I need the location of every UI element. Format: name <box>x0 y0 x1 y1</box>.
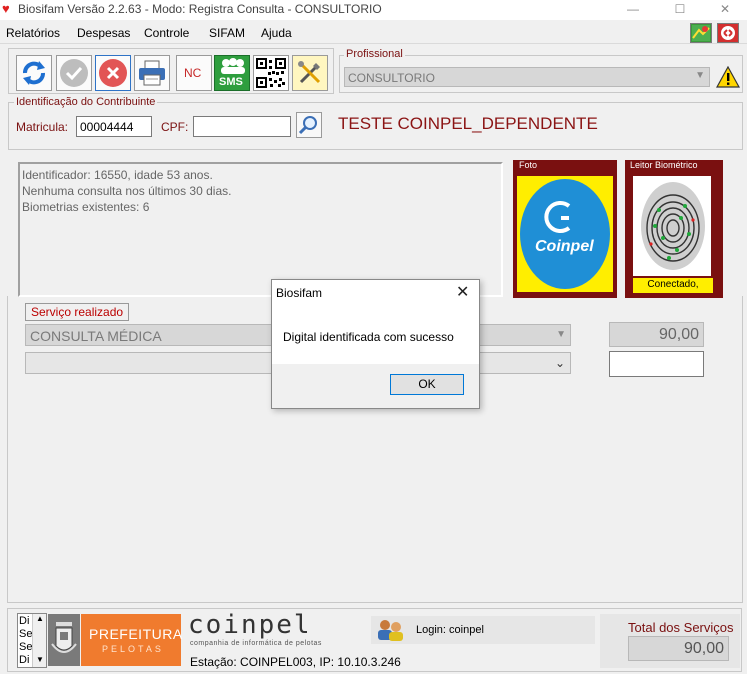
listbox-scrollbar[interactable]: ▲ ▼ <box>32 614 46 667</box>
cpf-label: CPF: <box>161 120 189 134</box>
group-people-icon <box>221 58 245 74</box>
refresh-icon <box>23 61 45 85</box>
total-label: Total dos Serviços <box>628 620 734 635</box>
minimize-button[interactable]: — <box>610 0 656 20</box>
chevron-down-icon: ▼ <box>695 70 705 81</box>
confirm-button[interactable] <box>56 55 92 91</box>
info-line: Identificador: 16550, idade 53 anos. <box>22 168 213 182</box>
qrcode-icon <box>256 58 286 88</box>
menu-despesas[interactable]: Despesas <box>77 26 130 40</box>
menu-bar: Relatórios Despesas Controle SIFAM Ajuda <box>0 22 747 44</box>
sms-label: SMS <box>219 76 243 88</box>
estacao-info: Estação: COINPEL003, IP: 10.10.3.246 <box>190 655 401 669</box>
info-line: Nenhuma consulta nos últimos 30 dias. <box>22 184 232 198</box>
warning-icon[interactable] <box>716 66 740 88</box>
identificacao-legend: Identificação do Contribuinte <box>14 96 158 108</box>
scroll-up-icon[interactable]: ▲ <box>36 614 44 623</box>
nc-button[interactable]: NC <box>176 55 212 91</box>
maximize-button[interactable]: ☐ <box>657 0 703 20</box>
info-line: Biometrias existentes: 6 <box>22 200 150 214</box>
foto-panel: Foto Coinpel <box>513 160 617 298</box>
status-listbox[interactable]: Di Se Se Di ▲ ▼ <box>17 613 47 668</box>
foto-frame: Coinpel <box>517 176 613 292</box>
total-panel: Total dos Serviços 90,00 <box>600 614 740 668</box>
prefeitura-logo: PREFEITURA PELOTAS <box>81 614 183 666</box>
search-button[interactable] <box>296 112 322 138</box>
refresh-button[interactable] <box>16 55 52 91</box>
matricula-label: Matricula: <box>16 120 69 134</box>
users-icon <box>378 620 403 641</box>
search-icon <box>298 116 317 135</box>
message-dialog: Biosifam ✕ Digital identificada com suce… <box>271 279 480 409</box>
list-item[interactable]: Se <box>19 641 32 654</box>
app-heart-icon: ♥ <box>2 1 10 16</box>
dialog-message: Digital identificada com sucesso <box>283 330 454 344</box>
cpf-input[interactable] <box>193 116 291 137</box>
sms-button[interactable]: SMS <box>214 55 250 91</box>
scroll-down-icon[interactable]: ▼ <box>36 655 44 664</box>
dialog-footer: OK <box>272 364 479 408</box>
printer-icon <box>139 60 165 86</box>
map-icon[interactable] <box>690 23 712 43</box>
exit-icon[interactable] <box>717 23 739 43</box>
matricula-value: 00004444 <box>80 120 134 134</box>
info-textarea[interactable]: Identificador: 16550, idade 53 anos. Nen… <box>18 162 503 297</box>
cancel-x-icon <box>99 59 127 87</box>
prefeitura-line1: PREFEITURA <box>89 626 183 642</box>
list-item[interactable]: Di <box>19 654 32 667</box>
brasao-icon <box>48 614 80 666</box>
menu-controle[interactable]: Controle <box>144 26 189 40</box>
profissional-select[interactable]: CONSULTORIO ▼ <box>344 67 710 87</box>
list-item[interactable]: Se <box>19 628 32 641</box>
window-title: Biosifam Versão 2.2.63 - Modo: Registra … <box>18 2 382 16</box>
leitor-panel: Leitor Biométrico Conectado, <box>625 160 723 298</box>
menu-sifam[interactable]: SIFAM <box>209 26 245 40</box>
tools-icon <box>298 61 321 84</box>
login-info: Login: coinpel <box>416 624 484 636</box>
title-bar: ♥ Biosifam Versão 2.2.63 - Modo: Registr… <box>0 0 747 20</box>
tools-button[interactable] <box>292 55 328 91</box>
coinpel-photo-icon <box>520 179 610 289</box>
ok-button[interactable]: OK <box>390 374 464 395</box>
prefeitura-line2: PELOTAS <box>102 644 164 654</box>
total-value: 90,00 <box>628 636 729 661</box>
fingerprint-frame <box>633 176 711 276</box>
dialog-title: Biosifam <box>276 286 323 300</box>
fingerprint-icon <box>641 182 705 270</box>
nc-label: NC <box>184 66 202 80</box>
matricula-input[interactable]: 00004444 <box>76 116 152 137</box>
profissional-value: CONSULTORIO <box>348 71 435 85</box>
contribuinte-name: TESTE COINPEL_DEPENDENTE <box>338 114 598 133</box>
coinpel-logo: coinpel <box>188 610 312 640</box>
menu-ajuda[interactable]: Ajuda <box>261 26 292 40</box>
qrcode-button[interactable] <box>253 55 289 91</box>
print-button[interactable] <box>134 55 170 91</box>
check-icon <box>60 59 88 87</box>
leitor-legend: Leitor Biométrico <box>630 160 698 170</box>
menu-relatorios[interactable]: Relatórios <box>6 26 60 40</box>
login-panel: Login: coinpel <box>371 616 595 644</box>
coinpel-tagline: companhia de informática de pelotas <box>190 640 322 647</box>
dialog-close-icon[interactable]: ✕ <box>456 282 469 302</box>
list-item[interactable]: Di <box>19 615 32 628</box>
cancel-button[interactable] <box>95 55 131 91</box>
foto-legend: Foto <box>519 160 538 170</box>
profissional-legend: Profissional <box>344 48 405 60</box>
leitor-status: Conectado, <box>633 278 713 293</box>
foto-logo-text: Coinpel <box>535 238 594 255</box>
close-window-button[interactable]: ✕ <box>702 0 747 20</box>
